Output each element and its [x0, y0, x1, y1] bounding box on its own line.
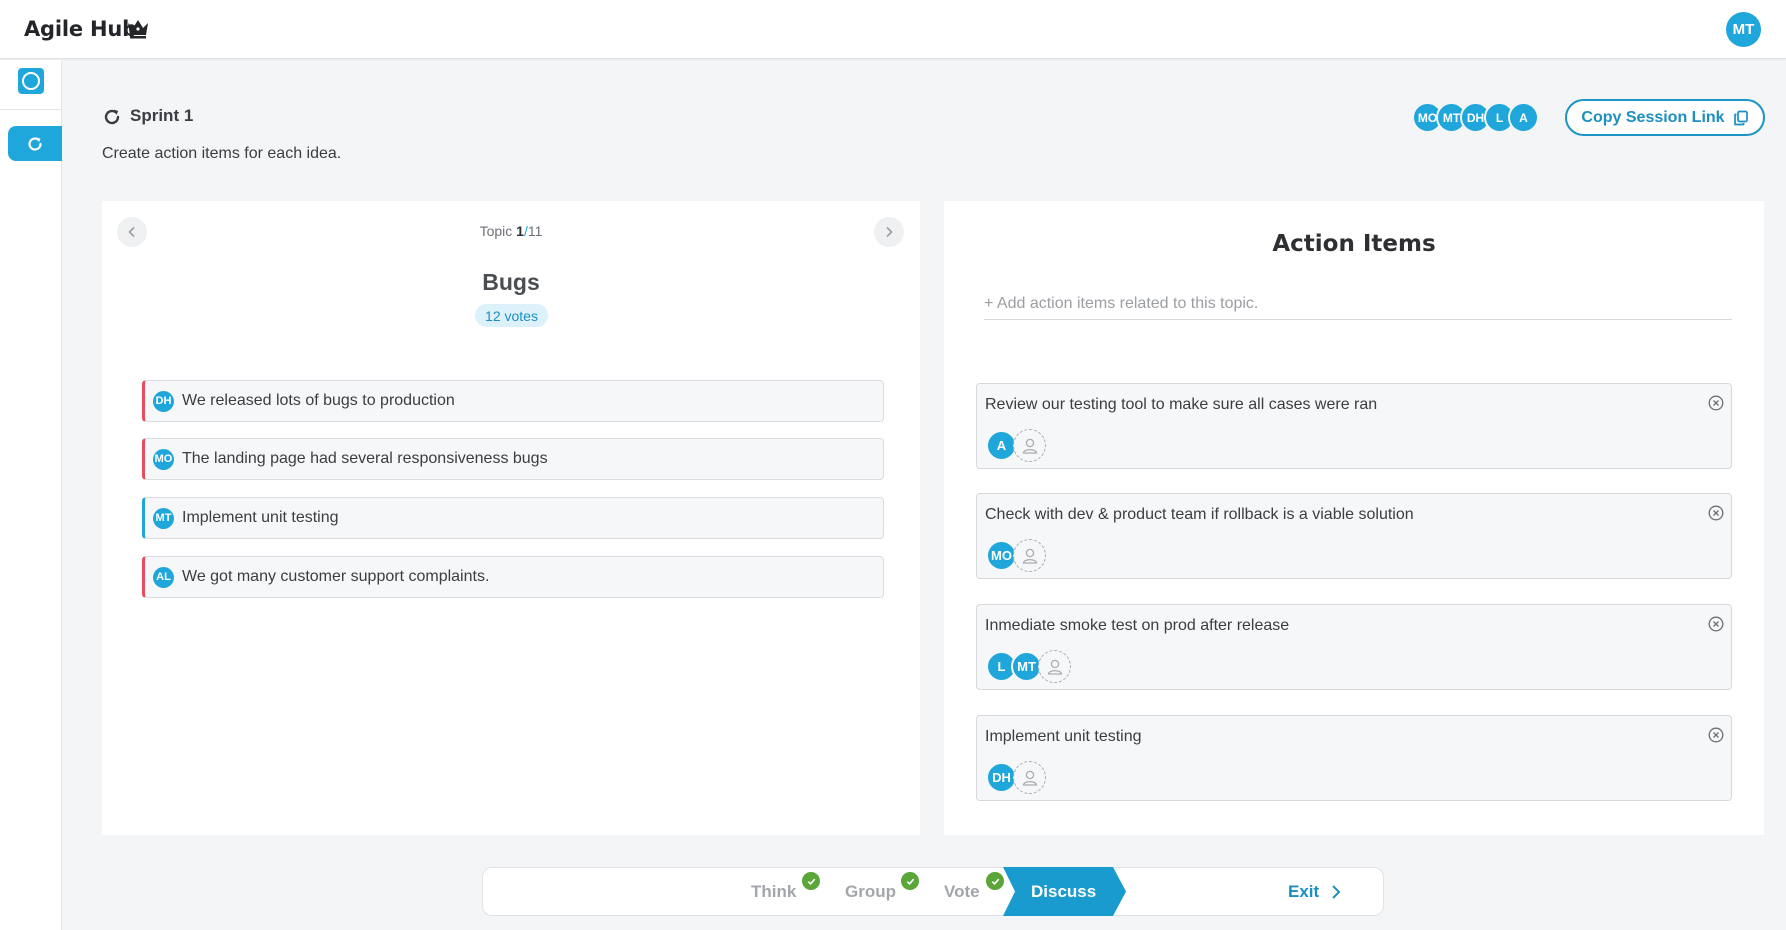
step-think[interactable]: Think — [751, 868, 796, 915]
rail-divider — [0, 109, 62, 110]
add-assignee-button[interactable] — [1013, 539, 1046, 572]
assignee-list: L MT — [986, 650, 1071, 683]
idea-text: The landing page had several responsiven… — [182, 450, 548, 467]
participant-avatar[interactable]: A — [1508, 102, 1539, 133]
rail-home-button[interactable] — [18, 68, 44, 94]
step-vote[interactable]: Vote — [944, 868, 980, 915]
step-label: Vote — [944, 881, 980, 901]
topic-total: 11 — [527, 223, 543, 239]
check-icon — [901, 872, 919, 890]
copy-session-link-button[interactable]: Copy Session Link — [1565, 99, 1765, 136]
copy-session-link-label: Copy Session Link — [1581, 108, 1725, 126]
votes-badge: 12 votes — [475, 304, 548, 327]
chevron-right-icon — [1332, 884, 1341, 899]
add-assignee-button[interactable] — [1013, 761, 1046, 794]
user-avatar[interactable]: MT — [1726, 12, 1761, 47]
user-icon — [1022, 548, 1037, 564]
step-label: Discuss — [1031, 881, 1097, 901]
action-item-card: Review our testing tool to make sure all… — [976, 383, 1732, 469]
phase-stepper: Think Group Vote Discuss Exit — [482, 867, 1384, 916]
user-icon — [1022, 770, 1037, 786]
user-icon — [1022, 438, 1037, 454]
remove-action-item-icon[interactable] — [1708, 505, 1724, 521]
circle-icon — [22, 72, 40, 90]
assignee-list: DH — [986, 761, 1046, 794]
topic-counter-label: Topic — [479, 223, 513, 239]
idea-text: We released lots of bugs to production — [182, 392, 455, 409]
exit-label: Exit — [1288, 881, 1320, 901]
idea-text: Implement unit testing — [182, 509, 339, 526]
action-items-title: Action Items — [1272, 231, 1436, 257]
idea-card: MT Implement unit testing — [142, 497, 884, 539]
exit-button[interactable]: Exit — [1288, 868, 1341, 915]
idea-author-avatar: DH — [153, 390, 174, 412]
participants-list: MO MT DH L A — [1412, 102, 1539, 133]
assignee-list: A — [986, 429, 1046, 462]
next-topic-button[interactable] — [874, 217, 904, 247]
idea-card: MO The landing page had several responsi… — [142, 438, 884, 480]
action-item-text: Check with dev & product team if rollbac… — [985, 506, 1414, 523]
add-assignee-button[interactable] — [1013, 429, 1046, 462]
remove-action-item-icon[interactable] — [1708, 616, 1724, 632]
idea-text: We got many customer support complaints. — [182, 568, 490, 585]
idea-card: AL We got many customer support complain… — [142, 556, 884, 598]
session-title: Sprint 1 — [130, 106, 194, 125]
crown-icon — [128, 20, 148, 39]
idea-author-avatar: MT — [153, 507, 174, 529]
copy-icon — [1733, 110, 1748, 125]
action-item-card: Check with dev & product team if rollbac… — [976, 493, 1732, 579]
action-item-text: Implement unit testing — [985, 728, 1142, 745]
assignee-list: MO — [986, 539, 1046, 572]
add-action-item-input[interactable] — [984, 288, 1732, 320]
action-item-card: Implement unit testing DH — [976, 715, 1732, 801]
top-bar: Agile Hub MT — [0, 0, 1786, 59]
action-item-card: Inmediate smoke test on prod after relea… — [976, 604, 1732, 690]
topic-panel: Topic 1/11 Bugs 12 votes DH We released … — [102, 201, 920, 835]
side-rail — [0, 60, 62, 930]
idea-author-avatar: AL — [153, 566, 174, 588]
topic-current: 1 — [516, 223, 524, 239]
check-icon — [986, 872, 1004, 890]
action-item-text: Inmediate smoke test on prod after relea… — [985, 617, 1290, 634]
chevron-right-icon — [886, 226, 893, 238]
rail-retro-button[interactable] — [8, 126, 62, 161]
step-discuss[interactable]: Discuss — [1003, 867, 1126, 916]
refresh-icon — [28, 136, 42, 151]
step-group[interactable]: Group — [845, 868, 896, 915]
topic-name: Bugs — [482, 269, 540, 295]
user-icon — [1047, 659, 1062, 675]
session-instruction: Create action items for each idea. — [102, 145, 342, 162]
sprint-refresh-icon — [104, 109, 120, 125]
remove-action-item-icon[interactable] — [1708, 395, 1724, 411]
app-title: Agile Hub — [24, 17, 137, 41]
step-label: Group — [845, 881, 896, 901]
add-assignee-button[interactable] — [1038, 650, 1071, 683]
idea-card: DH We released lots of bugs to productio… — [142, 380, 884, 422]
step-label: Think — [751, 881, 797, 901]
topic-counter: Topic 1/11 — [102, 223, 920, 239]
check-icon — [802, 872, 820, 890]
idea-author-avatar: MO — [153, 448, 174, 470]
action-item-text: Review our testing tool to make sure all… — [985, 396, 1378, 413]
remove-action-item-icon[interactable] — [1708, 727, 1724, 743]
action-items-panel: Action Items Review our testing tool to … — [944, 201, 1764, 835]
